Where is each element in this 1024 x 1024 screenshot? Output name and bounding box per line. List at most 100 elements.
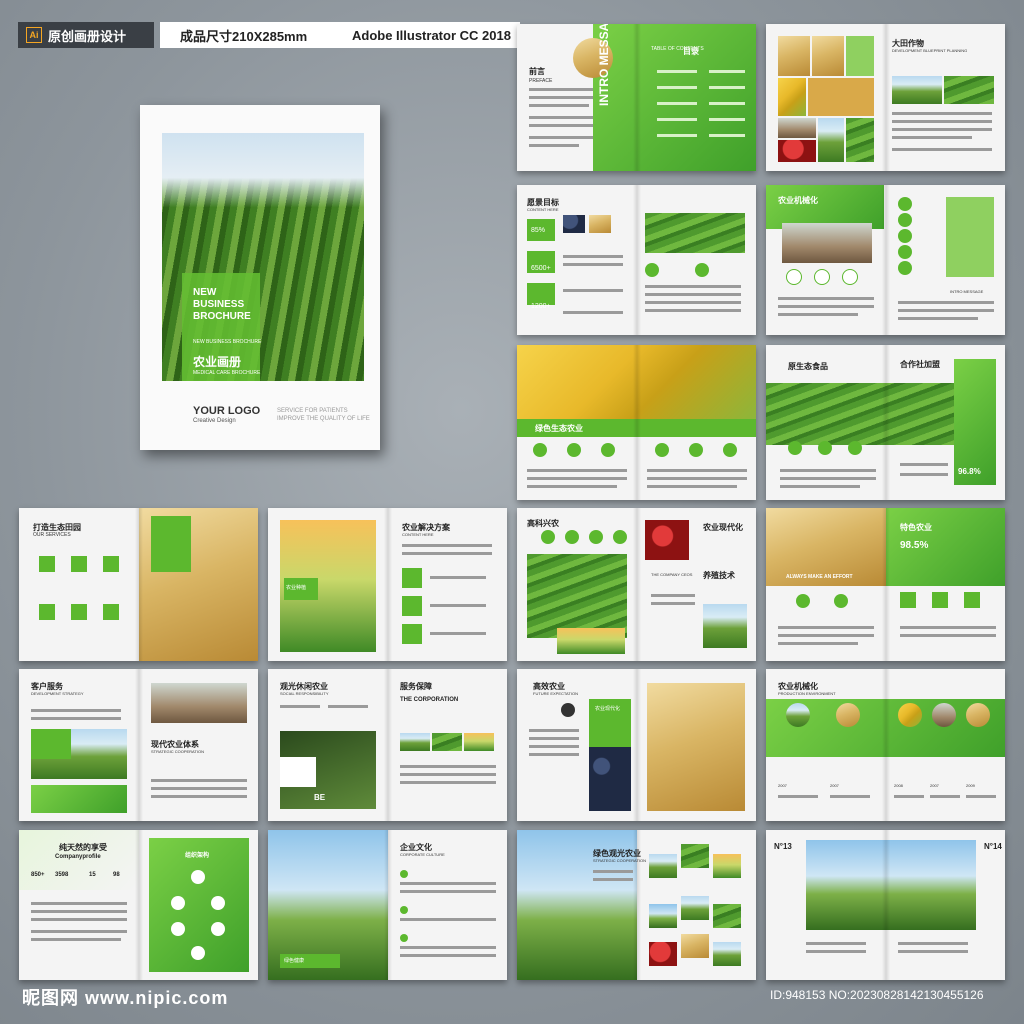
mech-title: 农业机械化 <box>778 196 818 205</box>
size-label: 成品尺寸210X285mm <box>180 28 308 44</box>
toc-line <box>709 70 745 73</box>
text-line <box>529 753 579 756</box>
spread-organic-food: 原生态食品 合作社加盟 96.8% <box>766 345 1005 500</box>
eco-icon <box>533 443 547 457</box>
vision-stat-2: 6500+ <box>531 265 551 272</box>
stat-box <box>527 283 555 305</box>
tractor-photo <box>151 683 247 723</box>
featured-banner: ALWAYS MAKE AN EFFORT <box>786 574 853 580</box>
bullet-icon <box>400 934 408 942</box>
text-line <box>645 309 741 312</box>
crop-photo <box>778 140 816 162</box>
text-line <box>647 485 737 488</box>
crop-photo <box>778 36 810 76</box>
service-icon <box>103 556 119 572</box>
grid-photo <box>649 942 677 966</box>
text-line <box>430 632 486 635</box>
terrace-photo <box>645 213 745 253</box>
service-title: 服务保障 <box>400 682 432 691</box>
text-line <box>898 942 968 945</box>
profile-title: 纯天然的享受 <box>59 843 107 852</box>
card-box <box>280 757 316 787</box>
food-icon <box>788 441 802 455</box>
illustrator-icon: Ai <box>26 27 42 43</box>
service-sub: THE CORPORATION <box>400 697 459 703</box>
text-line <box>529 116 597 119</box>
solution-icon <box>402 624 422 644</box>
text-line <box>780 469 876 472</box>
text-line <box>400 890 496 893</box>
solutions-sub: CONTENT HERE <box>402 532 434 537</box>
text-line <box>898 950 968 953</box>
crop-photo <box>778 78 806 116</box>
text-line <box>151 787 247 790</box>
orange-tree-photo <box>946 197 994 277</box>
step-icon <box>898 213 912 227</box>
spread-preface: 前言 PREFACE INTRO MESSAGE TABLE OF CONTEN… <box>517 24 756 171</box>
culture-sub: CORPORATE CULTURE <box>400 852 445 857</box>
service-icon <box>71 604 87 620</box>
profile-stat-3: 15 <box>89 872 96 878</box>
text-line <box>31 930 127 933</box>
cooperative-stat: 96.8% <box>958 467 981 476</box>
potato-photo <box>808 78 874 116</box>
image-id-text: ID:948153 NO:20230828142130455126 <box>770 988 984 1002</box>
service-icon <box>71 556 87 572</box>
toc-line <box>657 102 697 105</box>
text-line <box>778 642 858 645</box>
text-line <box>529 729 579 732</box>
featured-stat: 98.5% <box>900 540 929 551</box>
text-line <box>527 485 617 488</box>
grid-photo <box>681 934 709 958</box>
profile-stat-2: 3598 <box>55 872 69 878</box>
text-line <box>780 485 860 488</box>
seedling-photo <box>782 223 872 263</box>
text-line <box>593 878 633 881</box>
eco-icon <box>655 443 669 457</box>
spread-vision: 愿景目标 CONTENT HERE 85% 6500+ 1200+ <box>517 185 756 335</box>
hitech-sub: THE COMPANY CEOS <box>651 572 693 577</box>
vision-sub: CONTENT HERE <box>527 207 559 212</box>
toc-title: 目录 <box>683 47 699 56</box>
solutions-caption: 农业种植 <box>286 585 307 591</box>
text-line <box>400 918 496 921</box>
tech-icon <box>589 530 603 544</box>
toc-line <box>657 134 697 137</box>
spread-company-profile: 纯天然的享受 Companyprofile 850+ 3598 15 98 组织… <box>19 830 258 980</box>
service-icon <box>786 269 802 285</box>
spread-customer-service: 客户服务 DEVELOPMENT STRATEGY 现代农业体系 STRATEG… <box>19 669 258 821</box>
text-line <box>400 765 496 768</box>
eco-icon <box>689 443 703 457</box>
profile-bg <box>19 830 139 890</box>
toc-line <box>709 134 745 137</box>
grid-photo <box>681 896 709 920</box>
text-line <box>898 309 994 312</box>
field-photo <box>892 76 942 104</box>
text-line <box>529 737 579 740</box>
org-node <box>191 870 205 884</box>
process-circle <box>932 703 956 727</box>
text-line <box>529 124 595 127</box>
field-photo <box>944 76 994 104</box>
text-line <box>280 705 320 708</box>
customer-green-box <box>31 729 71 759</box>
spread-culture: 绿色健康 企业文化 CORPORATE CULTURE <box>268 830 507 980</box>
blueberry-photo <box>589 747 631 811</box>
org-node <box>171 922 185 936</box>
text-line <box>651 602 695 605</box>
cover-logo-sub: Creative Design <box>193 418 236 424</box>
org-node <box>191 946 205 960</box>
bullet-icon <box>400 906 408 914</box>
process-circle <box>966 703 990 727</box>
text-line <box>892 136 972 139</box>
modern-system-sub: STRATEGIC COOPERATION <box>151 749 204 754</box>
spread-leisure: 观光休闲农业 SOCIAL RESPONSIBILITY BE 服务保障 THE… <box>268 669 507 821</box>
text-line <box>527 477 627 480</box>
site-watermark: 昵图网 www.nipic.com <box>22 988 229 1008</box>
step-icon <box>898 245 912 259</box>
text-line <box>900 463 948 466</box>
text-line <box>328 705 368 708</box>
grid-photo <box>649 854 677 878</box>
service-icon <box>39 556 55 572</box>
customer-green-band <box>31 785 127 813</box>
